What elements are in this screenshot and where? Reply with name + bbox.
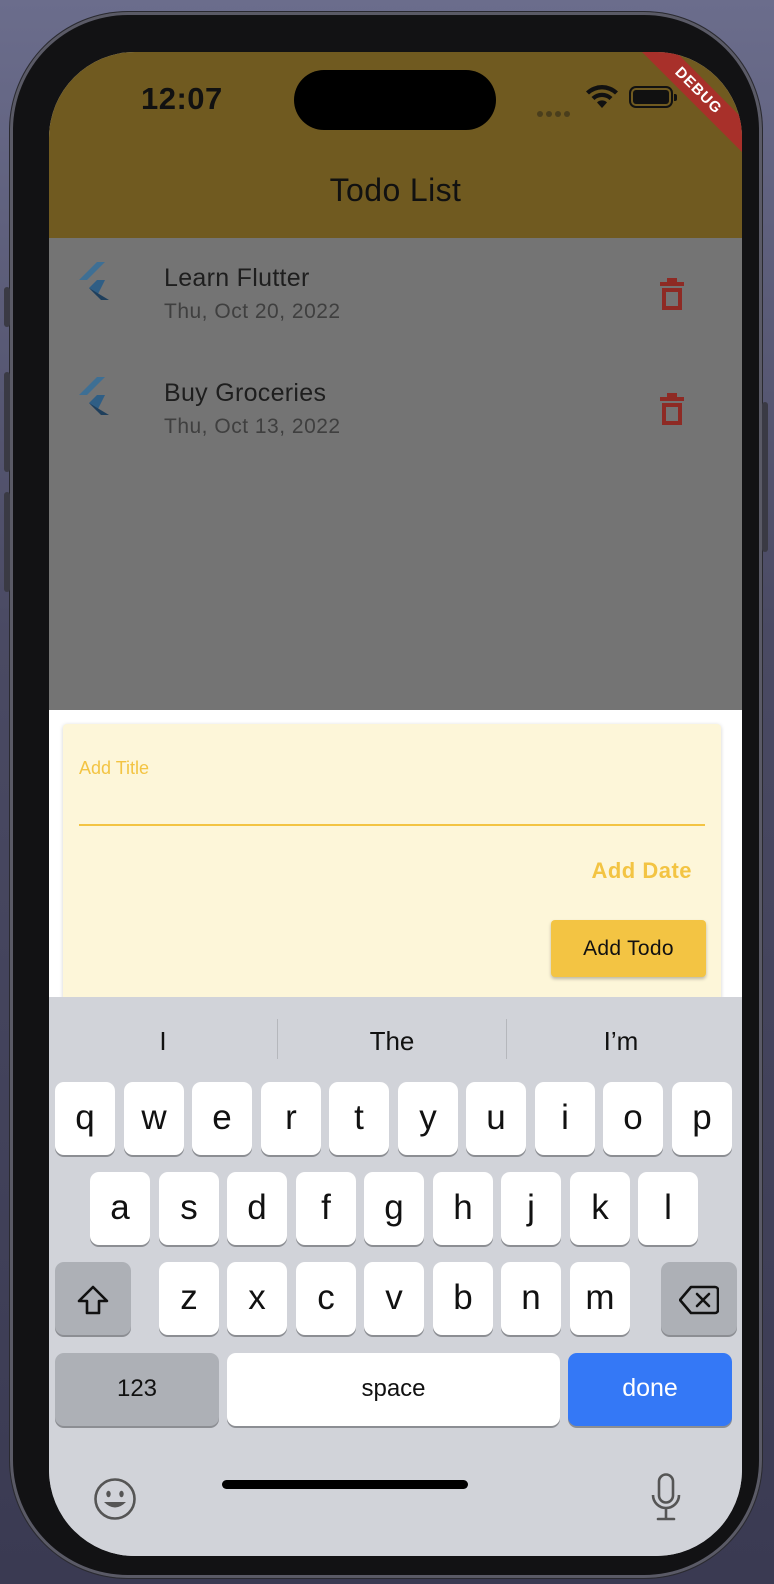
- power-button: [762, 402, 768, 552]
- done-key[interactable]: done: [568, 1353, 732, 1426]
- home-indicator[interactable]: [222, 1480, 468, 1489]
- backspace-key[interactable]: [661, 1262, 737, 1335]
- key-q[interactable]: q: [55, 1082, 115, 1155]
- key-d[interactable]: d: [227, 1172, 287, 1245]
- status-time: 12:07: [141, 81, 223, 116]
- mute-switch: [4, 287, 10, 327]
- list-item[interactable]: Learn Flutter Thu, Oct 20, 2022: [49, 238, 742, 348]
- key-n[interactable]: n: [501, 1262, 561, 1335]
- phone-frame: 12:07 DEBUG Todo List Learn Flutter Thu,…: [4, 12, 768, 1578]
- suggestion-bar: I The I’m: [49, 997, 742, 1077]
- suggestion-item[interactable]: The: [278, 1019, 506, 1063]
- flutter-logo-icon: [79, 262, 109, 300]
- page-title: Todo List: [329, 172, 462, 208]
- shift-key[interactable]: [55, 1262, 131, 1335]
- key-o[interactable]: o: [603, 1082, 663, 1155]
- add-todo-card: Add Title Add Date Add Todo: [63, 724, 721, 1014]
- key-i[interactable]: i: [535, 1082, 595, 1155]
- key-h[interactable]: h: [433, 1172, 493, 1245]
- shift-icon: [77, 1285, 109, 1315]
- emoji-icon[interactable]: [93, 1477, 137, 1521]
- space-key[interactable]: space: [227, 1353, 560, 1426]
- todo-date: Thu, Oct 20, 2022: [164, 300, 341, 323]
- suggestion-item[interactable]: I’m: [507, 1019, 735, 1063]
- key-f[interactable]: f: [296, 1172, 356, 1245]
- key-z[interactable]: z: [159, 1262, 219, 1335]
- key-w[interactable]: w: [124, 1082, 184, 1155]
- backspace-icon: [678, 1285, 720, 1315]
- key-u[interactable]: u: [466, 1082, 526, 1155]
- keyboard: I The I’m q w e r t y u i o p a s d f g …: [49, 997, 742, 1556]
- key-x[interactable]: x: [227, 1262, 287, 1335]
- key-j[interactable]: j: [501, 1172, 561, 1245]
- cellular-signal-icon: [537, 104, 577, 117]
- title-input[interactable]: [79, 786, 705, 826]
- key-g[interactable]: g: [364, 1172, 424, 1245]
- key-b[interactable]: b: [433, 1262, 493, 1335]
- key-c[interactable]: c: [296, 1262, 356, 1335]
- trash-icon[interactable]: [660, 278, 684, 310]
- title-field-label: Add Title: [79, 758, 150, 778]
- battery-icon: [629, 86, 677, 108]
- key-v[interactable]: v: [364, 1262, 424, 1335]
- key-m[interactable]: m: [570, 1262, 630, 1335]
- key-p[interactable]: p: [672, 1082, 732, 1155]
- screen: 12:07 DEBUG Todo List Learn Flutter Thu,…: [49, 52, 742, 1556]
- flutter-logo-icon: [79, 377, 109, 415]
- add-todo-button[interactable]: Add Todo: [551, 920, 706, 977]
- app-bar: 12:07 DEBUG Todo List: [49, 52, 742, 238]
- key-y[interactable]: y: [398, 1082, 458, 1155]
- key-l[interactable]: l: [638, 1172, 698, 1245]
- todo-title: Buy Groceries: [164, 379, 327, 407]
- todo-date: Thu, Oct 13, 2022: [164, 415, 341, 438]
- numbers-key[interactable]: 123: [55, 1353, 219, 1426]
- key-t[interactable]: t: [329, 1082, 389, 1155]
- list-item[interactable]: Buy Groceries Thu, Oct 13, 2022: [49, 353, 742, 463]
- wifi-icon: [586, 85, 618, 108]
- trash-icon[interactable]: [660, 393, 684, 425]
- volume-down-button: [4, 492, 10, 592]
- volume-up-button: [4, 372, 10, 472]
- dynamic-island: [294, 70, 496, 130]
- microphone-icon[interactable]: [651, 1473, 681, 1521]
- key-k[interactable]: k: [570, 1172, 630, 1245]
- key-e[interactable]: e: [192, 1082, 252, 1155]
- key-s[interactable]: s: [159, 1172, 219, 1245]
- key-r[interactable]: r: [261, 1082, 321, 1155]
- key-a[interactable]: a: [90, 1172, 150, 1245]
- todo-list: Learn Flutter Thu, Oct 20, 2022 Buy Groc…: [49, 238, 742, 710]
- suggestion-item[interactable]: I: [49, 1019, 277, 1063]
- todo-title: Learn Flutter: [164, 264, 310, 292]
- add-date-button[interactable]: Add Date: [591, 858, 692, 884]
- add-todo-sheet: Add Title Add Date Add Todo: [49, 710, 742, 1014]
